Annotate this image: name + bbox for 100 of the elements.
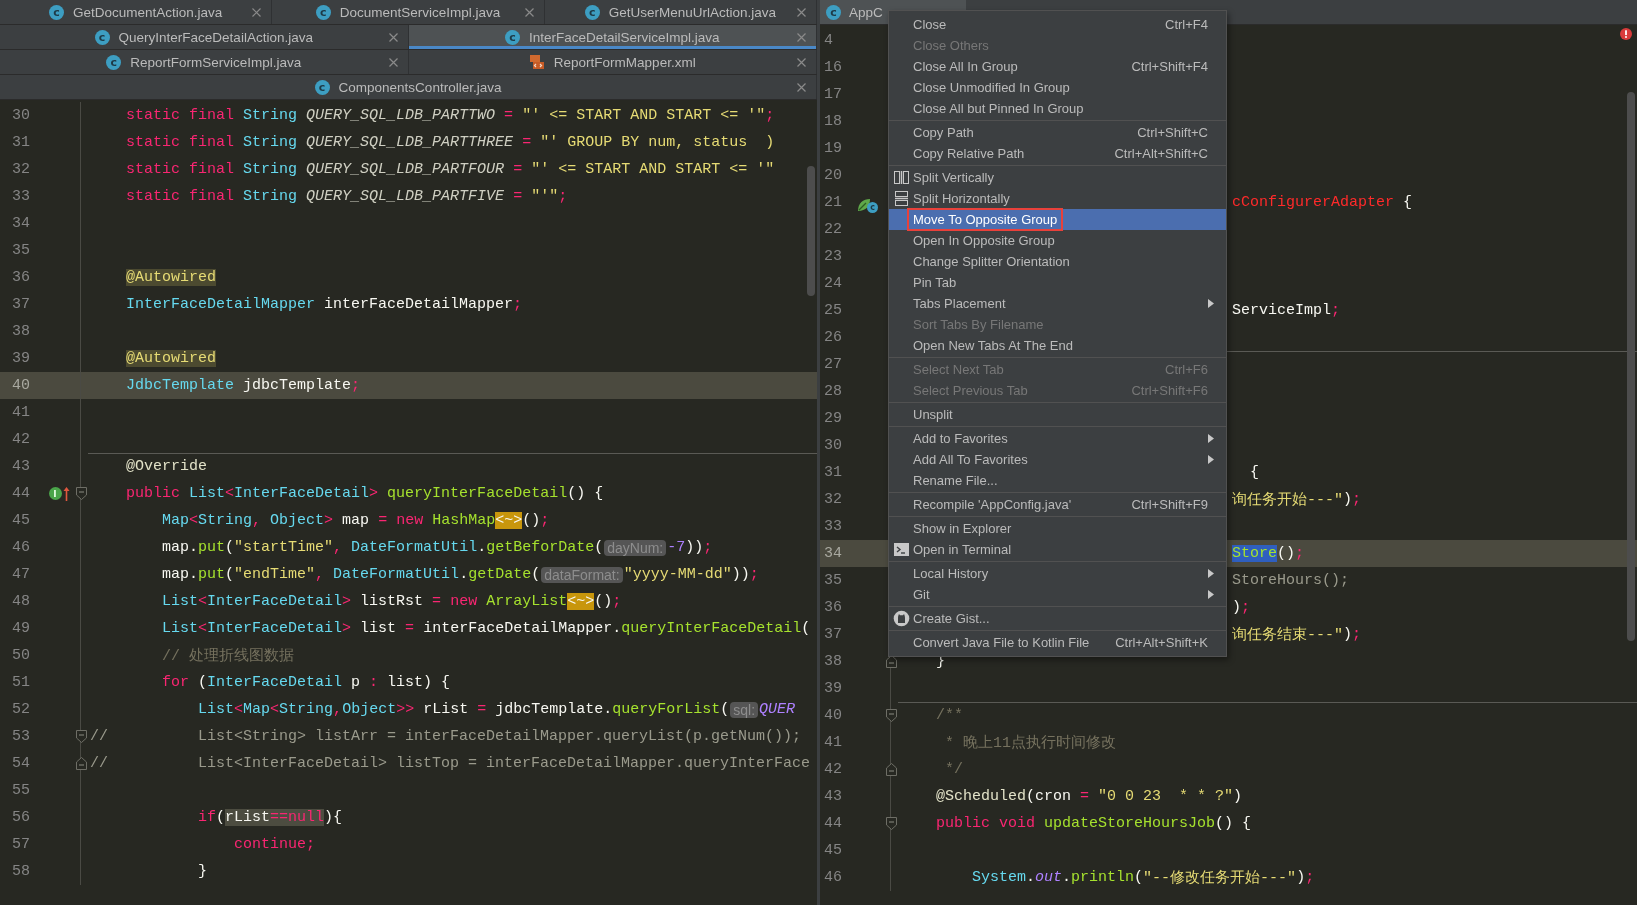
line-number: 26 [823,329,843,346]
line-number: 35 [11,242,31,259]
code-line: List<Map<String,Object>> rList = jdbcTemplate.queryForList( sql: QUER [197,700,797,720]
line-number: 38 [11,323,31,340]
class-file-icon: c [504,29,520,45]
line-number: 4 [823,32,834,49]
line-number: 21 [823,194,843,211]
tab-title: AppC [849,4,883,20]
code-line: map.put("startTime", DateFormatUtil.getBeforDate( dayNum: -7)); [161,538,714,558]
keyboard-shortcut: Ctrl+F4 [1165,17,1209,32]
class-file-icon: c [106,54,122,70]
code-line: for (InterFaceDetail p : list) { [161,673,452,693]
line-number: 43 [11,458,31,475]
line-number: 53 [11,728,31,745]
class-file-icon: c [314,79,330,95]
tab-title: ComponentsController.java [338,79,502,95]
line-number: 17 [823,86,843,103]
line-number: 42 [11,431,31,448]
tab-title: GetDocumentAction.java [73,4,223,20]
keyboard-shortcut: Ctrl+Shift+F4 [1131,59,1209,74]
line-number: 20 [823,167,843,184]
line-number: 52 [11,701,31,718]
code-line: static final String QUERY_SQL_LDB_PARTTWO = "' <= START AND START <= '"; [125,106,776,126]
code-line: List<InterFaceDetail> list = interFaceDetailMapper.queryInterFaceDetail( [161,619,812,639]
code-line: System.out.println("--修改任务开始---"); [971,868,1316,889]
line-number: 28 [823,383,843,400]
line-number: 41 [823,734,843,751]
keyboard-shortcut: Ctrl+Shift+F9 [1131,497,1209,512]
line-number: 44 [11,485,31,502]
code-line: @Scheduled(cron = "0 0 23 * * ?") [935,787,1244,807]
code-line: List<InterFaceDetail> listRst = new ArrayList<~>(); [161,592,623,612]
line-number: 32 [823,491,843,508]
keyboard-shortcut: Ctrl+Shift+F6 [1131,383,1209,398]
line-number: 19 [823,140,843,157]
class-file-icon: c [315,4,331,20]
line-number: 54 [11,755,31,772]
line-number: 41 [11,404,31,421]
line-number: 30 [823,437,843,454]
line-number: 39 [823,680,843,697]
code-line: continue; [233,835,317,855]
code-line: public void updateStoreHoursJob() { [935,814,1253,834]
code-line: if(rList==null){ [197,808,344,828]
line-number: 36 [823,599,843,616]
tab-title: GetUserMenuUrlAction.java [608,4,776,20]
line-number: 49 [11,620,31,637]
line-number: 22 [823,221,843,238]
code-line: map.put("endTime", DateFormatUtil.getDate( dataFormat: "yyyy-MM-dd")); [161,565,760,585]
code-line: JdbcTemplate jdbcTemplate; [125,376,362,396]
tab-title: ReportFormMapper.xml [553,54,696,70]
tab-title: QueryInterFaceDetailAction.java [118,29,313,45]
line-number: 27 [823,356,843,373]
keyboard-shortcut: Ctrl+Alt+Shift+K [1115,635,1209,650]
code-line: static final String QUERY_SQL_LDB_PARTFOUR = "' <= START AND START <= '" [125,160,776,180]
code-line: ); [1231,598,1252,618]
line-number: 16 [823,59,843,76]
line-number: 34 [823,545,843,562]
line-number: 30 [11,107,31,124]
code-line: public List<InterFaceDetail> queryInterFaceDetail() { [125,484,605,504]
line-number: 56 [11,809,31,826]
code-line: Map<String, Object> map = new HashMap<~>(); [161,511,551,531]
line-number: 34 [11,215,31,232]
code-line: static final String QUERY_SQL_LDB_PARTFIVE = "'"; [125,187,569,207]
line-number: 31 [11,134,31,151]
code-line: cConfigurerAdapter { [1231,193,1414,213]
code-line: } [197,862,209,882]
line-number: 18 [823,113,843,130]
line-number: 42 [823,761,843,778]
line-number: 43 [823,788,843,805]
keyboard-shortcut: Ctrl+F6 [1165,362,1209,377]
line-number: 55 [11,782,31,799]
class-file-icon: c [584,4,600,20]
line-number: 40 [823,707,843,724]
line-number: 58 [11,863,31,880]
code-line: static final String QUERY_SQL_LDB_PARTTHREE = "' GROUP BY num, status ) [125,133,776,153]
code-line: */ [944,760,965,780]
code-line: * 晚上11点执行时间修改 [944,733,1118,754]
line-number: 36 [11,269,31,286]
keyboard-shortcut: Ctrl+Shift+C [1137,125,1209,140]
code-line: 询任务结束---"); [1231,625,1363,646]
class-file-icon: c [94,29,110,45]
line-number: 35 [823,572,843,589]
line-number: 48 [11,593,31,610]
tab-title: ReportFormServiceImpl.java [130,54,302,70]
line-number: 37 [823,626,843,643]
keyboard-shortcut: Ctrl+Alt+Shift+C [1114,146,1209,161]
code-line: // List<InterFaceDetail> listTop = interFaceDetailMapper.queryInterFace [89,754,812,774]
code-line: @Override [88,453,817,480]
code-line: ServiceImpl; [1231,301,1342,321]
line-number: 33 [11,188,31,205]
code-line: StoreHours(); [1231,571,1351,591]
line-number: 31 [823,464,843,481]
line-number: 32 [11,161,31,178]
line-number: 47 [11,566,31,583]
line-number: 23 [823,248,843,265]
tab-title: DocumentServiceImpl.java [339,4,501,20]
line-number: 40 [11,377,31,394]
line-number: 44 [823,815,843,832]
code-line: InterFaceDetailMapper interFaceDetailMapper; [125,295,524,315]
line-number: 46 [11,539,31,556]
class-file-icon: c [49,4,64,20]
